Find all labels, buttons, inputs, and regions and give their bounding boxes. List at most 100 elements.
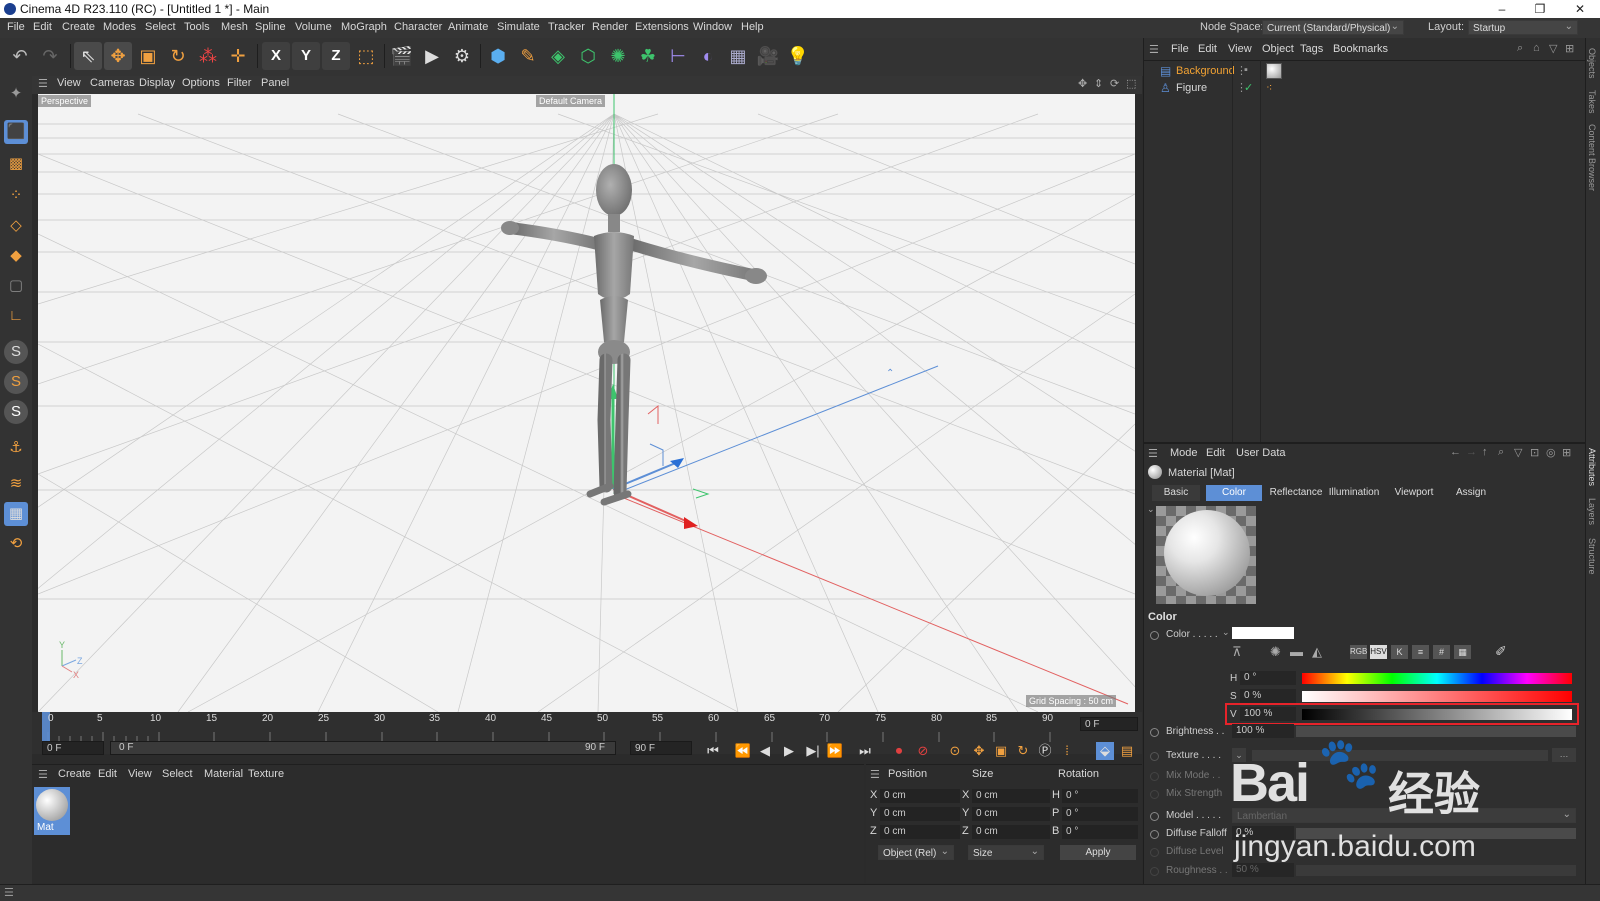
floor-icon[interactable]: ▦ (724, 42, 752, 70)
attribute-new-panel-icon[interactable]: ⊞ (1562, 446, 1571, 459)
node-space-select[interactable]: Current (Standard/Physical) (1262, 19, 1404, 35)
viewport-menu-options[interactable]: Options (182, 77, 220, 89)
gizmo-z-handle[interactable] (670, 458, 684, 468)
cube-primitive-icon[interactable]: ⬢ (484, 42, 512, 70)
object-row-figure[interactable]: ♙ Figure ⋮ ✓ ⁖ (1144, 80, 1586, 96)
side-tab-objects[interactable]: Objects (1587, 48, 1597, 79)
scale-tool-icon[interactable]: ▣ (134, 42, 162, 70)
object-menu-tags[interactable]: Tags (1300, 43, 1323, 55)
menu-window[interactable]: Window (693, 21, 732, 33)
apply-button[interactable]: Apply (1060, 845, 1136, 860)
object-search-icon[interactable]: ⌕ (1517, 42, 1523, 55)
menu-select[interactable]: Select (145, 21, 176, 33)
cloner-icon[interactable]: ✺ (604, 42, 632, 70)
light-icon[interactable]: 💡 (784, 42, 812, 70)
attribute-search-icon[interactable]: ⌕ (1498, 446, 1504, 459)
parameter-key-icon[interactable]: Ⓟ (1036, 742, 1054, 760)
spectrum-icon[interactable]: ▬ (1290, 644, 1303, 659)
timeline-settings-icon[interactable]: ▤ (1118, 742, 1136, 760)
side-tab-structure[interactable]: Structure (1587, 538, 1597, 575)
go-to-start-icon[interactable]: ⏮ (704, 742, 722, 760)
viewport-menu-cameras[interactable]: Cameras (90, 77, 135, 89)
snap-settings-icon[interactable]: S (4, 370, 28, 394)
undo-icon[interactable]: ↶ (6, 42, 34, 70)
points-mode-icon[interactable]: ⁘ (4, 184, 28, 208)
brightness-field[interactable]: 100 % (1232, 724, 1294, 738)
tab-viewport[interactable]: Viewport (1386, 485, 1442, 501)
point-level-animation-icon[interactable]: ⁞ (1058, 742, 1076, 760)
viewport-move-icon[interactable]: ✥ (1078, 77, 1087, 90)
previous-key-icon[interactable]: ⏪ (734, 742, 752, 760)
mode-hex-button[interactable]: # (1433, 645, 1450, 659)
menu-edit[interactable]: Edit (33, 21, 52, 33)
attribute-menu-edit[interactable]: Edit (1206, 447, 1225, 459)
menu-mesh[interactable]: Mesh (221, 21, 248, 33)
tab-reflectance[interactable]: Reflectance (1266, 485, 1326, 501)
coordinate-panel-handle-icon[interactable]: ☰ (870, 768, 880, 781)
object-row-background[interactable]: ▤ Background ⋮ ▪ (1144, 63, 1586, 79)
menu-help[interactable]: Help (741, 21, 764, 33)
diffuse-falloff-radio[interactable] (1150, 830, 1159, 839)
object-menu-bookmarks[interactable]: Bookmarks (1333, 43, 1388, 55)
object-menu-file[interactable]: File (1171, 43, 1189, 55)
value-slider[interactable] (1302, 709, 1572, 720)
material-thumbnail-mat[interactable]: Mat (34, 787, 70, 835)
forward-arrow-icon[interactable]: → (1466, 446, 1477, 458)
viewport-menu-display[interactable]: Display (139, 77, 175, 89)
render-settings-icon[interactable]: ⚙ (448, 42, 476, 70)
make-editable-icon[interactable]: ✦ (4, 82, 28, 106)
edges-mode-icon[interactable]: ◇ (4, 214, 28, 238)
object-menu-object[interactable]: Object (1262, 43, 1294, 55)
viewport-zoom-icon[interactable]: ⇕ (1094, 77, 1103, 90)
add-object-icon[interactable]: ✛ (224, 42, 252, 70)
subdivision-surface-icon[interactable]: ◈ (544, 42, 572, 70)
menu-volume[interactable]: Volume (295, 21, 332, 33)
menu-file[interactable]: File (7, 21, 25, 33)
viewport-panel-handle-icon[interactable]: ☰ (38, 77, 48, 90)
menu-tools[interactable]: Tools (184, 21, 210, 33)
workplane-icon[interactable]: ⚓ (4, 436, 28, 460)
array-icon[interactable]: ☘ (634, 42, 662, 70)
scale-key-icon[interactable]: ▣ (992, 742, 1010, 760)
menu-render[interactable]: Render (592, 21, 628, 33)
current-frame-field[interactable]: 0 F (1080, 717, 1138, 731)
position-z-field[interactable]: 0 cm (880, 825, 960, 839)
color-wheel-icon[interactable]: ✺ (1270, 644, 1281, 660)
record-active-objects-icon[interactable]: ⏺ (890, 742, 908, 760)
up-arrow-icon[interactable]: ↑ (1482, 446, 1488, 458)
enabled-check-icon[interactable]: ✓ (1244, 81, 1253, 94)
viewport-menu-filter[interactable]: Filter (227, 77, 251, 89)
pen-spline-icon[interactable]: ✎ (514, 42, 542, 70)
rotate-tool-icon[interactable]: ↻ (164, 42, 192, 70)
mode-kelvin-button[interactable]: K (1391, 645, 1408, 659)
field-icon[interactable]: ◐ (694, 42, 722, 70)
maximize-button[interactable]: ❐ (1522, 0, 1558, 18)
go-to-end-icon[interactable]: ⏭ (856, 742, 874, 760)
extrude-generator-icon[interactable]: ⬡ (574, 42, 602, 70)
menu-modes[interactable]: Modes (103, 21, 136, 33)
keyframe-selection-icon[interactable]: ⊙ (946, 742, 964, 760)
texture-mode-icon[interactable]: ▩ (4, 152, 28, 176)
brightness-animate-radio[interactable] (1150, 728, 1159, 737)
previous-frame-icon[interactable]: ◀ (756, 742, 774, 760)
saturation-slider[interactable] (1302, 691, 1572, 702)
coordinate-mode-select[interactable]: Object (Rel) (878, 844, 954, 860)
lock-icon[interactable]: ⊡ (1530, 446, 1539, 459)
autokeying-icon[interactable]: ⊘ (914, 742, 932, 760)
side-tab-attributes[interactable]: Attributes (1587, 448, 1597, 486)
preview-range-slider[interactable]: 0 F 90 F (110, 741, 616, 755)
material-panel-handle-icon[interactable]: ☰ (38, 768, 48, 781)
camera-name-label[interactable]: Default Camera (536, 95, 606, 107)
object-filter-icon[interactable]: ▽ (1549, 42, 1557, 55)
object-menu-view[interactable]: View (1228, 43, 1252, 55)
layout-select[interactable]: Startup (1468, 19, 1578, 35)
value-field[interactable]: 100 % (1240, 707, 1296, 721)
menu-tracker[interactable]: Tracker (548, 21, 585, 33)
tab-basic[interactable]: Basic (1152, 485, 1200, 501)
saturation-field[interactable]: 0 % (1240, 689, 1296, 703)
move-tool-icon[interactable]: ✥ (104, 42, 132, 70)
image-picker-icon[interactable]: ◭ (1312, 644, 1322, 660)
target-icon[interactable]: ◎ (1546, 446, 1556, 459)
hue-slider[interactable] (1302, 673, 1572, 684)
scheme-icon[interactable]: ⬙ (1096, 742, 1114, 760)
